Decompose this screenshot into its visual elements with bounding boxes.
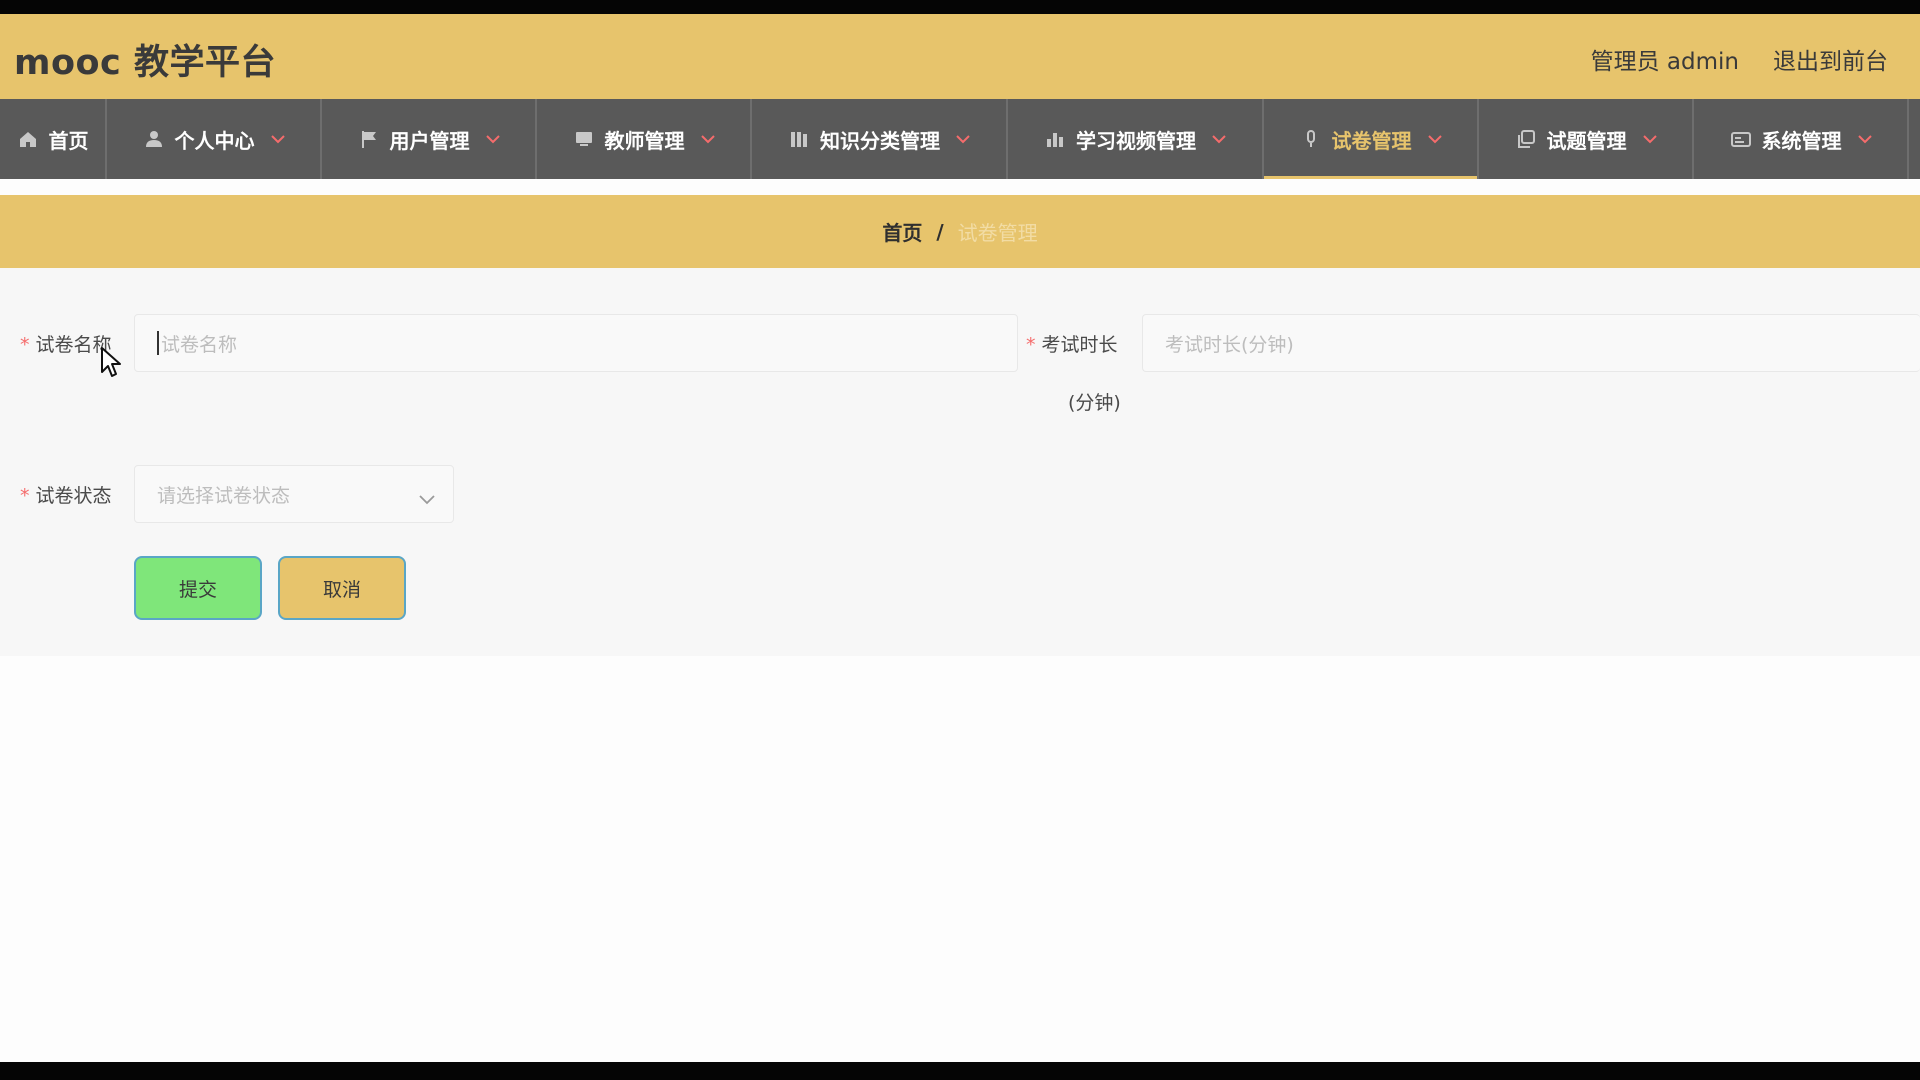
required-mark: * <box>1026 334 1036 356</box>
id-card-icon <box>1730 128 1752 150</box>
copy-icon <box>1515 128 1537 150</box>
nav-item-teacher-management[interactable]: 教师管理 <box>537 99 752 179</box>
required-mark: * <box>20 485 30 507</box>
bar-chart-icon <box>1044 128 1066 150</box>
home-icon <box>17 128 39 150</box>
nav-label: 用户管理 <box>389 128 470 153</box>
chevron-down-icon <box>419 488 435 510</box>
paper-status-label: * 试卷状态 <box>20 485 112 507</box>
monitor-icon <box>573 128 595 150</box>
chevron-down-icon <box>700 132 715 146</box>
nav-label: 教师管理 <box>604 128 685 153</box>
nav-item-personal-center[interactable]: 个人中心 <box>107 99 322 179</box>
exam-duration-unit-label: (分钟) <box>1068 392 1121 414</box>
header-actions: 管理员 admin 退出到前台 <box>1591 42 1888 76</box>
chevron-down-icon <box>1857 132 1872 146</box>
mouse-cursor-icon <box>100 346 122 382</box>
nav-item-system-management[interactable]: 系统管理 <box>1694 99 1909 179</box>
letterbox-top <box>0 0 1920 14</box>
nav-label: 试卷管理 <box>1331 128 1412 153</box>
nav-item-knowledge-category[interactable]: 知识分类管理 <box>752 99 1008 179</box>
nav-label: 知识分类管理 <box>820 128 940 153</box>
submit-button[interactable]: 提交 <box>134 556 262 620</box>
exit-to-frontend-link[interactable]: 退出到前台 <box>1773 42 1888 76</box>
breadcrumb-home[interactable]: 首页 <box>882 217 922 246</box>
nav-label: 学习视频管理 <box>1076 128 1196 153</box>
chevron-down-icon <box>1212 132 1226 146</box>
paper-name-placeholder: 试卷名称 <box>161 333 238 356</box>
paper-status-select[interactable]: 请选择试卷状态 <box>134 465 454 523</box>
nav-item-user-management[interactable]: 用户管理 <box>322 99 537 179</box>
breadcrumb: 首页 / 试卷管理 <box>0 195 1920 268</box>
paper-name-input[interactable]: 试卷名称 <box>134 314 1018 372</box>
chevron-down-icon <box>485 132 500 146</box>
chevron-down-icon <box>956 132 970 146</box>
brand-title: mooc 教学平台 <box>14 43 276 83</box>
chevron-down-icon <box>1642 132 1657 146</box>
cancel-button[interactable]: 取消 <box>278 556 406 620</box>
books-icon <box>788 128 810 150</box>
main-nav: 首页 个人中心 用户管理 教师管理 知识分类管理 学习视频管理 试卷管理 试题管… <box>0 99 1920 179</box>
exam-duration-input[interactable]: 考试时长(分钟) <box>1142 314 1920 372</box>
chevron-down-icon <box>1427 132 1442 146</box>
exam-duration-label: * 考试时长 <box>1026 334 1118 356</box>
paper-name-label: * 试卷名称 <box>20 334 112 356</box>
nav-item-question-management[interactable]: 试题管理 <box>1479 99 1694 179</box>
nav-label: 首页 <box>48 128 89 153</box>
nav-label: 系统管理 <box>1761 128 1842 153</box>
exam-duration-placeholder: 考试时长(分钟) <box>1165 333 1294 356</box>
nav-item-paper-management[interactable]: 试卷管理 <box>1264 99 1479 179</box>
top-header: mooc 教学平台 管理员 admin 退出到前台 <box>0 14 1920 99</box>
breadcrumb-current: 试卷管理 <box>957 221 1038 245</box>
flag-icon <box>358 128 380 150</box>
nav-label: 个人中心 <box>174 128 255 153</box>
user-icon <box>143 128 165 150</box>
text-caret <box>157 331 159 355</box>
nav-label: 试题管理 <box>1546 128 1627 153</box>
nav-item-home[interactable]: 首页 <box>0 99 107 179</box>
required-mark: * <box>20 334 30 356</box>
screen: mooc 教学平台 管理员 admin 退出到前台 首页 个人中心 用户管理 教… <box>0 14 1920 1062</box>
nav-item-video-management[interactable]: 学习视频管理 <box>1008 99 1264 179</box>
mic-icon <box>1300 128 1322 150</box>
letterbox-bottom <box>0 1062 1920 1080</box>
chevron-down-icon <box>270 132 285 146</box>
breadcrumb-separator: / <box>936 219 944 244</box>
admin-user-label[interactable]: 管理员 admin <box>1591 42 1739 76</box>
paper-status-placeholder: 请选择试卷状态 <box>157 484 291 507</box>
paper-form: * 试卷名称 试卷名称 * 考试时长 (分钟) 考试时长(分钟) * 试卷状态 请选择… <box>0 268 1920 656</box>
